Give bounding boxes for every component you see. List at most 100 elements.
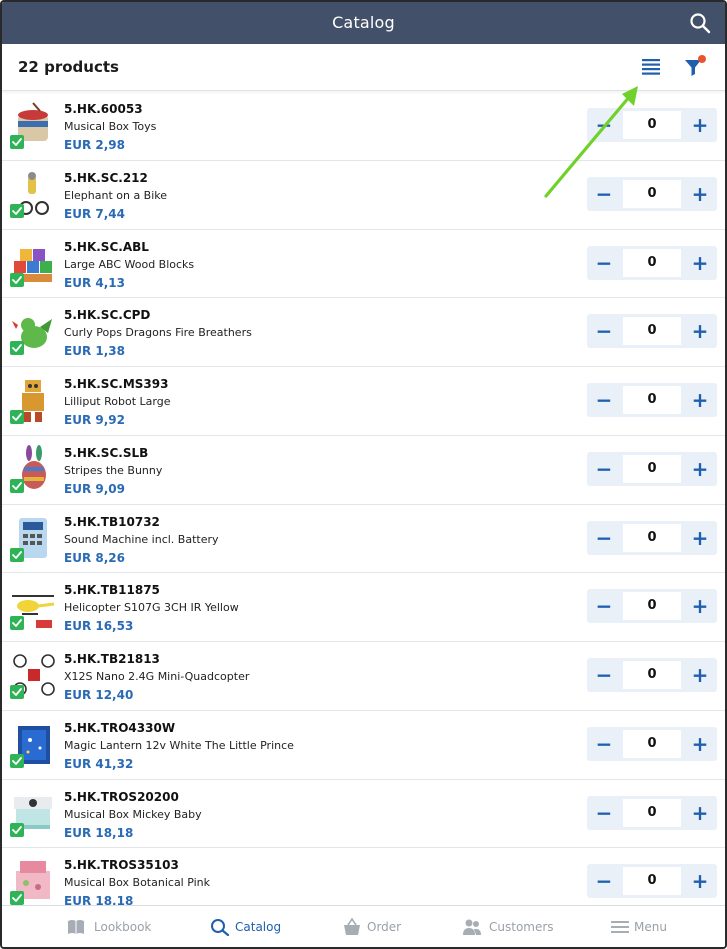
product-row[interactable]: 5.HK.TROS20200 Musical Box Mickey Baby EUR… xyxy=(2,780,725,849)
check-icon xyxy=(10,685,24,699)
quantity-input[interactable]: 0 xyxy=(623,179,681,208)
increase-quantity-button[interactable]: + xyxy=(683,452,717,486)
quantity-input[interactable]: 0 xyxy=(623,592,681,621)
product-sku: 5.HK.SC.SLB xyxy=(64,445,149,460)
product-row[interactable]: 5.HK.60053 Musical Box Toys EUR 2,98 −0 + xyxy=(2,92,725,161)
tab-label: Customers xyxy=(489,920,554,934)
filter-active-dot xyxy=(698,55,706,63)
quantity-input[interactable]: 0 xyxy=(623,386,681,414)
check-icon xyxy=(10,891,24,906)
check-icon xyxy=(10,616,24,631)
quantity-stepper: −0 + xyxy=(587,108,717,142)
product-sku: 5.HK.SC.ABL xyxy=(64,239,149,254)
increase-quantity-button[interactable]: + xyxy=(683,589,717,623)
quantity-stepper: −0 + xyxy=(587,864,717,899)
product-sku: 5.HK.TROS20200 xyxy=(64,789,179,804)
decrease-quantity-button[interactable]: − xyxy=(587,796,621,830)
quantity-stepper: −0 + xyxy=(587,451,717,486)
decrease-quantity-button[interactable]: − xyxy=(587,658,621,692)
app-frame: Catalog 22 products 5.HK.60053 Musical Bo… xyxy=(0,0,727,949)
decrease-quantity-button[interactable]: − xyxy=(587,383,621,417)
product-name: Helicopter S107G 3CH IR Yellow xyxy=(64,601,239,615)
decrease-quantity-button[interactable]: − xyxy=(587,589,621,623)
quantity-stepper: −0 + xyxy=(587,520,717,555)
product-name: Lilliput Robot Large xyxy=(64,395,171,408)
check-icon xyxy=(10,135,24,149)
product-list: 5.HK.60053 Musical Box Toys EUR 2,98−0 +5.H… xyxy=(2,92,725,906)
tab-bar: Lookbook Catalog Order Customers Menu xyxy=(2,905,725,947)
quantity-input[interactable]: 0 xyxy=(623,661,681,689)
check-icon xyxy=(10,547,24,562)
tab-label: Lookbook xyxy=(94,920,152,934)
decrease-quantity-button[interactable]: − xyxy=(587,314,621,348)
quantity-stepper: −0 + xyxy=(587,245,717,280)
product-price: EUR 9,09 xyxy=(64,481,125,496)
product-name: Curly Pops Dragons Fire Breathers xyxy=(64,326,252,340)
increase-quantity-button[interactable]: + xyxy=(683,246,717,280)
product-row[interactable]: 5.HK.TB21813 X12S Nano 2.4G Mini-Quadcopt… xyxy=(2,642,725,711)
product-sku: 5.HK.SC.MS393 xyxy=(64,377,169,391)
decrease-quantity-button[interactable]: − xyxy=(587,108,621,142)
quantity-stepper: −0 + xyxy=(587,726,717,761)
product-row[interactable]: 5.HK.TRO4330W Magic Lantern 12v White The… xyxy=(2,711,725,780)
product-price: EUR 2,98 xyxy=(64,138,125,152)
product-name: Stripes the Bunny xyxy=(64,463,163,477)
check-icon xyxy=(10,822,24,837)
increase-quantity-button[interactable]: + xyxy=(683,521,717,555)
tab-label: Order xyxy=(367,920,402,934)
increase-quantity-button[interactable]: + xyxy=(683,177,717,211)
product-row[interactable]: 5.HK.SC.CPD Curly Pops Dragons Fire Breat… xyxy=(2,298,725,367)
product-sku: 5.HK.60053 xyxy=(64,102,143,116)
product-name: Musical Box Toys xyxy=(64,120,157,133)
product-price: EUR 18,18 xyxy=(64,825,134,840)
quantity-stepper: −0 + xyxy=(587,383,717,417)
product-row[interactable]: 5.HK.TB10732 Sound Machine incl. Battery E… xyxy=(2,505,725,574)
quantity-input[interactable]: 0 xyxy=(623,798,681,827)
product-row[interactable]: 5.HK.SC.SLB Stripes the Bunny EUR 9,09 −0 + xyxy=(2,436,725,505)
increase-quantity-button[interactable]: + xyxy=(683,796,717,830)
quantity-input[interactable]: 0 xyxy=(623,729,681,758)
filter-button[interactable] xyxy=(683,55,706,78)
increase-quantity-button[interactable]: + xyxy=(683,864,717,898)
product-sku: 5.HK.TRO4330W xyxy=(64,720,176,735)
product-price: EUR 4,13 xyxy=(64,275,125,290)
decrease-quantity-button[interactable]: − xyxy=(587,452,621,486)
product-count: 22 products xyxy=(18,58,119,76)
product-sku: 5.HK.TB21813 xyxy=(64,652,160,666)
check-icon xyxy=(10,478,24,493)
quantity-input[interactable]: 0 xyxy=(623,454,681,483)
quantity-stepper: −0 + xyxy=(587,176,717,211)
product-sku: 5.HK.TB10732 xyxy=(64,514,160,529)
quantity-input[interactable]: 0 xyxy=(623,867,681,896)
decrease-quantity-button[interactable]: − xyxy=(587,246,621,280)
product-name: Sound Machine incl. Battery xyxy=(64,532,219,546)
product-price: EUR 1,38 xyxy=(64,344,125,359)
product-row[interactable]: 5.HK.TROS35103 Musical Box Botanical Pink… xyxy=(2,848,725,906)
decrease-quantity-button[interactable]: − xyxy=(587,521,621,555)
search-icon[interactable] xyxy=(689,12,711,34)
book-icon xyxy=(68,920,84,934)
increase-quantity-button[interactable]: + xyxy=(683,727,717,761)
decrease-quantity-button[interactable]: − xyxy=(587,177,621,211)
quantity-input[interactable]: 0 xyxy=(623,111,681,139)
product-name: Elephant on a Bike xyxy=(64,188,168,202)
product-row[interactable]: 5.HK.SC.212 Elephant on a Bike EUR 7,44 −0 + xyxy=(2,161,725,230)
product-row[interactable]: 5.HK.SC.ABL Large ABC Wood Blocks EUR 4,13… xyxy=(2,230,725,299)
product-name: Musical Box Mickey Baby xyxy=(64,807,202,821)
product-sku: 5.HK.SC.CPD xyxy=(64,308,151,323)
quantity-input[interactable]: 0 xyxy=(623,523,681,552)
list-view-icon[interactable] xyxy=(641,57,661,77)
increase-quantity-button[interactable]: + xyxy=(683,658,717,692)
product-row[interactable]: 5.HK.TB11875 Helicopter S107G 3CH IR Yell… xyxy=(2,573,725,642)
decrease-quantity-button[interactable]: − xyxy=(587,727,621,761)
title-bar: Catalog xyxy=(2,2,725,44)
increase-quantity-button[interactable]: + xyxy=(683,383,717,417)
product-sku: 5.HK.TROS35103 xyxy=(64,858,179,873)
menu-icon xyxy=(611,921,629,933)
quantity-input[interactable]: 0 xyxy=(623,248,681,277)
increase-quantity-button[interactable]: + xyxy=(683,108,717,142)
product-row[interactable]: 5.HK.SC.MS393 Lilliput Robot Large EUR 9,9… xyxy=(2,367,725,436)
increase-quantity-button[interactable]: + xyxy=(683,314,717,348)
quantity-input[interactable]: 0 xyxy=(623,317,681,346)
decrease-quantity-button[interactable]: − xyxy=(587,864,621,898)
